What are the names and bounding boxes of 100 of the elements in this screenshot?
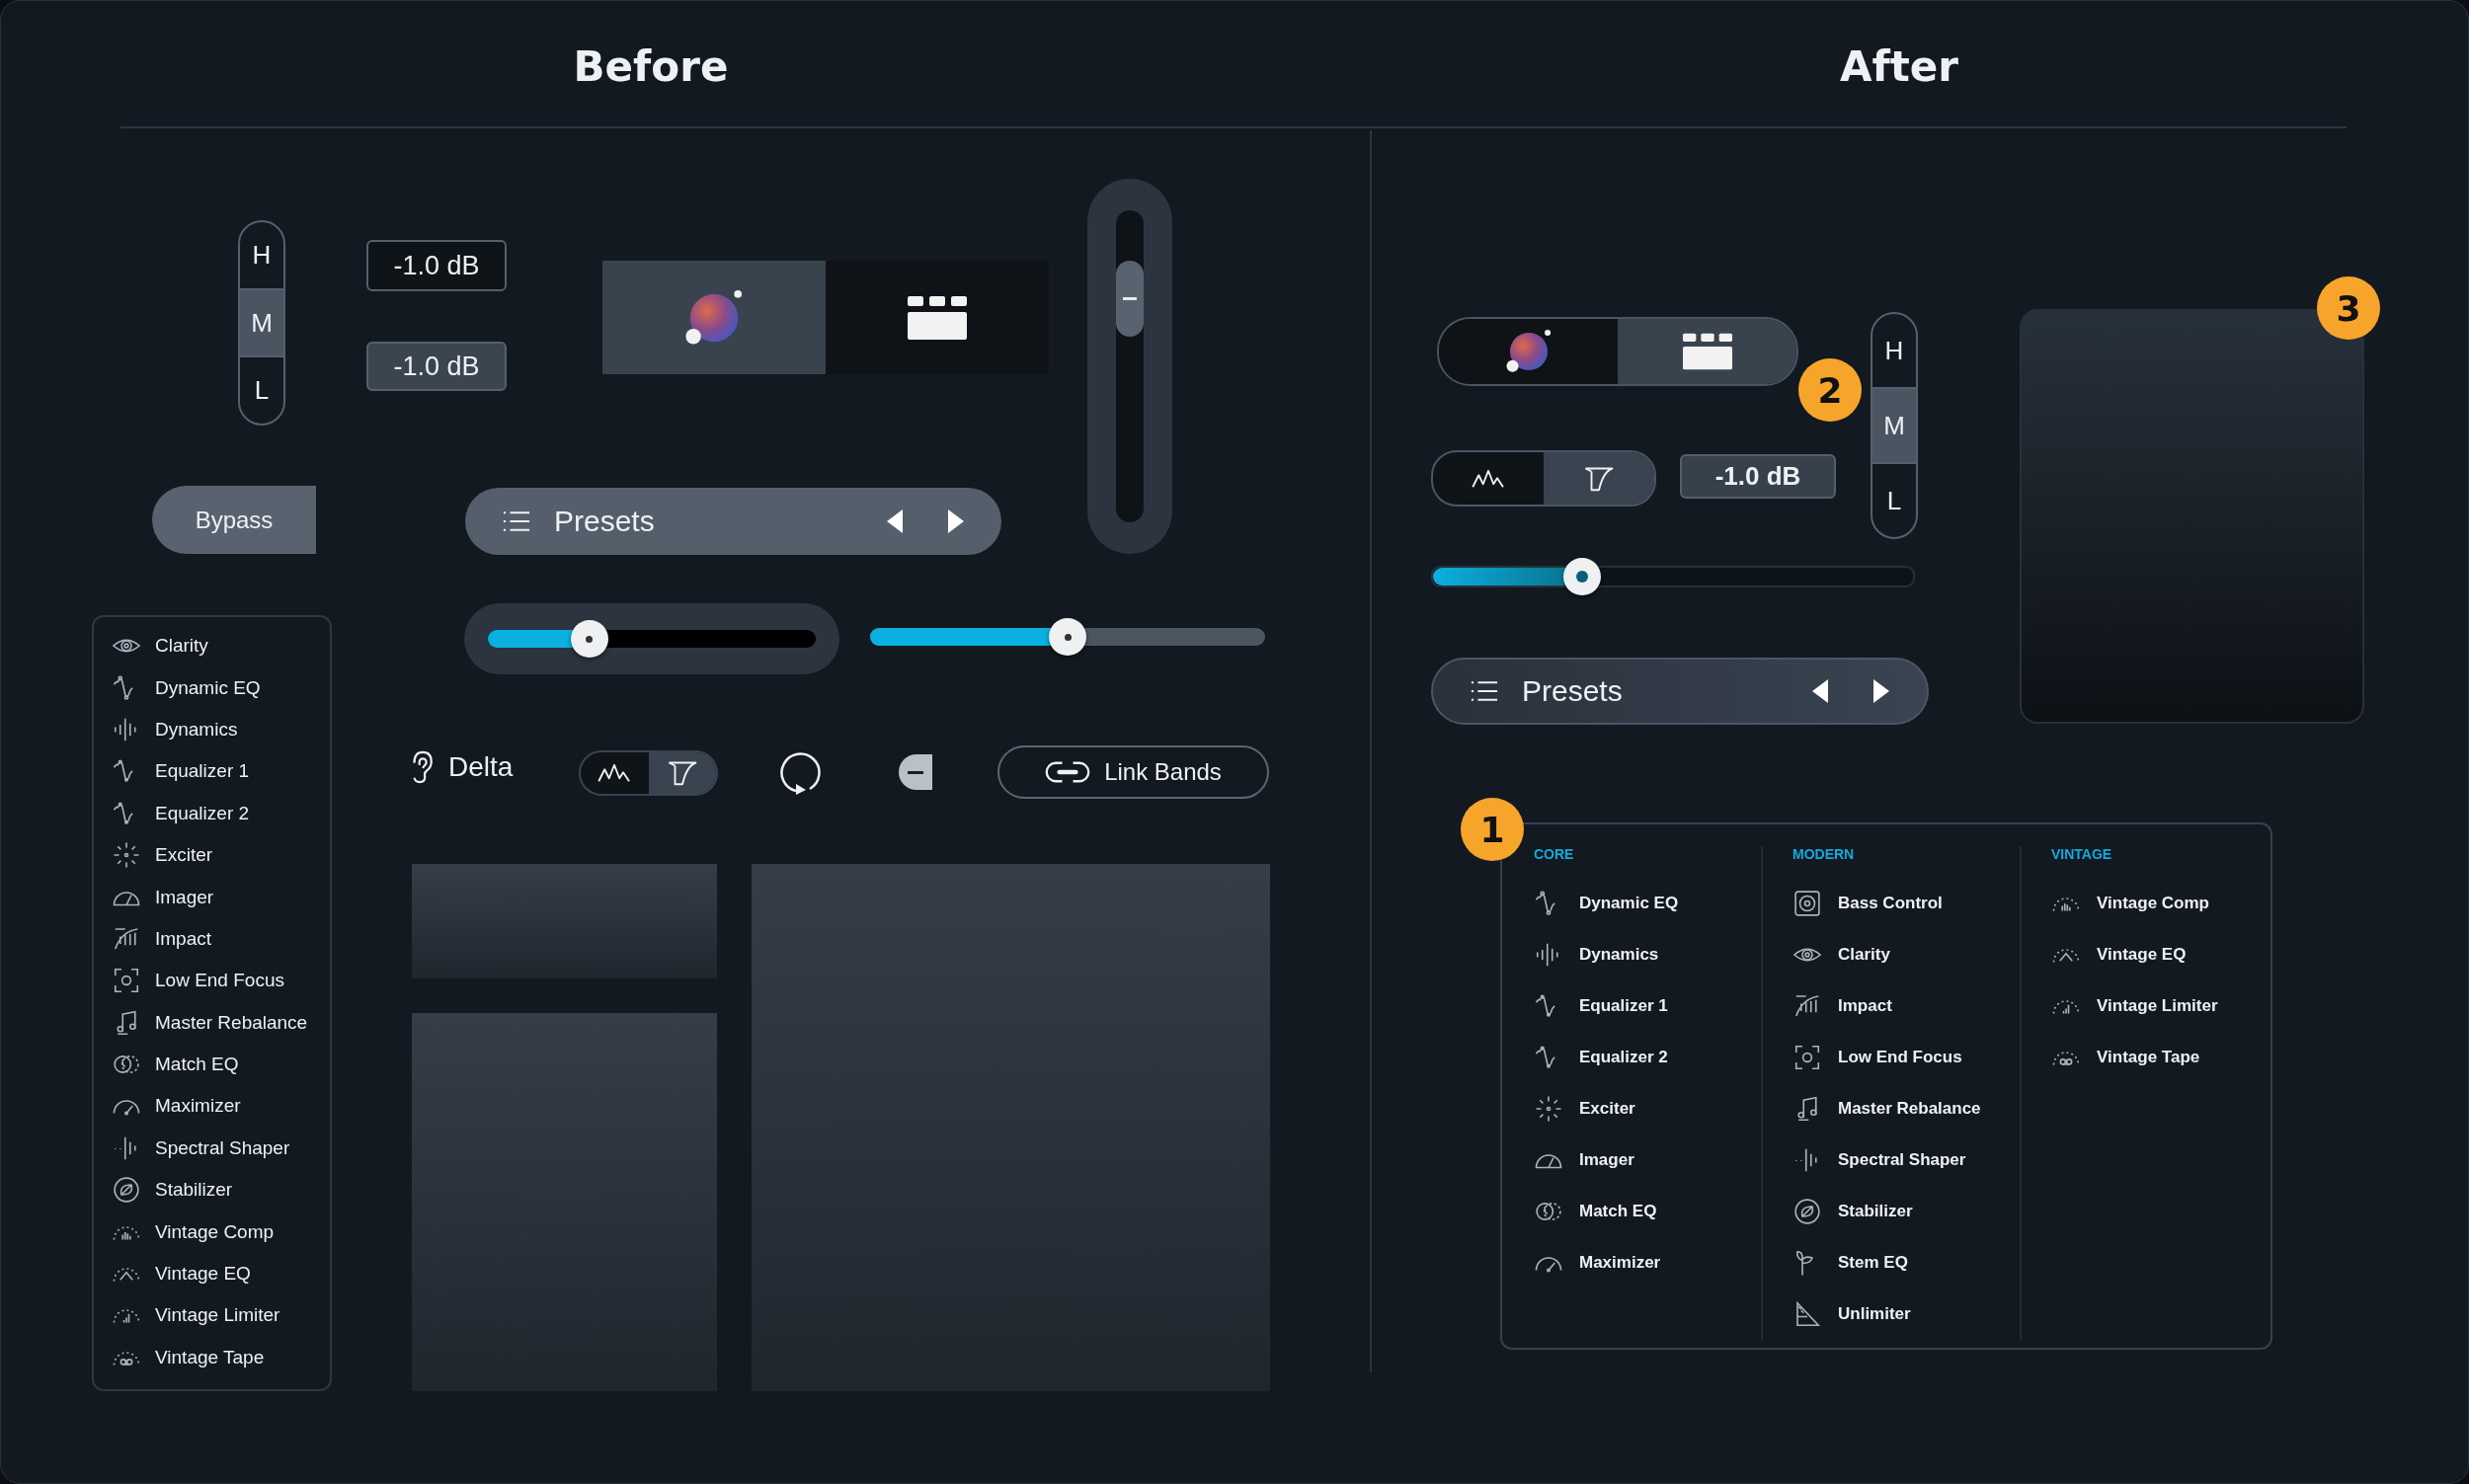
module-label: Equalizer 1 (1579, 996, 1668, 1016)
module-item[interactable]: Spectral Shaper (1792, 1134, 2020, 1186)
delta-button[interactable]: Delta (409, 749, 514, 785)
module-label: Unlimiter (1838, 1304, 1911, 1324)
slider[interactable] (870, 618, 1265, 656)
bypass-button[interactable]: Bypass (152, 486, 316, 554)
module-item[interactable]: Master Rebalance (1792, 1083, 2020, 1134)
module-label: Clarity (155, 635, 208, 658)
module-item[interactable]: Vintage Comp (2051, 878, 2270, 929)
module-item[interactable]: Clarity (112, 625, 330, 667)
module-label: Imager (1579, 1150, 1634, 1170)
module-label: Exciter (155, 844, 213, 867)
module-item[interactable]: Dynamics (1534, 929, 1761, 980)
category-heading: VINTAGE (2051, 846, 2113, 864)
module-label: Imager (155, 886, 214, 908)
module-label: Maximizer (1579, 1253, 1661, 1273)
module-item[interactable]: Stabilizer (112, 1169, 330, 1211)
slider-thumb[interactable] (1562, 558, 1601, 595)
module-label: Maximizer (155, 1095, 241, 1118)
module-label: Equalizer 1 (155, 760, 250, 783)
module-item[interactable]: Master Rebalance (112, 1001, 330, 1044)
step-badge: 3 (2317, 276, 2380, 340)
module-item[interactable]: Match EQ (112, 1043, 330, 1086)
minus-button[interactable] (899, 754, 932, 790)
module-item[interactable]: Unlimiter (1792, 1289, 2020, 1340)
module-label: Dynamic EQ (155, 676, 261, 699)
presets-label: Presets (554, 505, 656, 538)
module-item[interactable]: Low End Focus (112, 960, 330, 1002)
mode-option[interactable] (826, 261, 1049, 374)
module-item[interactable]: Spectral Shaper (112, 1127, 330, 1170)
module-item[interactable]: Exciter (1534, 1083, 1761, 1134)
module-label: Equalizer 2 (1579, 1048, 1668, 1067)
module-item[interactable]: Vintage Comp (112, 1211, 330, 1253)
band-option[interactable]: H (240, 222, 283, 288)
module-label: Vintage Tape (155, 1346, 265, 1368)
leaf-icon (112, 1175, 141, 1206)
module-label: Equalizer 2 (155, 802, 250, 824)
module-item[interactable]: Stabilizer (1792, 1186, 2020, 1237)
module-item[interactable]: Maximizer (112, 1085, 330, 1128)
module-item[interactable]: Vintage EQ (2051, 929, 2270, 980)
gain-field[interactable]: -1.0 dB (1680, 454, 1836, 499)
focus-icon (1792, 1043, 1822, 1072)
band-option[interactable]: M (1872, 387, 1916, 462)
module-item[interactable]: Low End Focus (1792, 1032, 2020, 1083)
module-item[interactable]: Bass Control (1792, 878, 2020, 929)
module-label: Vintage Comp (155, 1220, 275, 1243)
module-label: Stem EQ (1838, 1253, 1908, 1273)
module-item[interactable]: Dynamic EQ (112, 666, 330, 709)
module-label: Impact (155, 927, 212, 950)
module-item[interactable]: Match EQ (1534, 1186, 1761, 1237)
band-option[interactable]: H (1872, 314, 1916, 387)
module-item[interactable]: Stem EQ (1792, 1237, 2020, 1289)
module-item[interactable]: Vintage Tape (2051, 1032, 2270, 1083)
module-item[interactable]: Dynamic EQ (1534, 878, 1761, 929)
module-item[interactable]: Clarity (1792, 929, 2020, 980)
module-item[interactable]: Imager (1534, 1134, 1761, 1186)
module-item[interactable]: Vintage Tape (112, 1336, 330, 1379)
step-badge: 2 (1798, 358, 1862, 422)
gain-field[interactable]: -1.0 dB (366, 240, 507, 291)
module-item[interactable]: Equalizer 2 (1534, 1032, 1761, 1083)
slider-thumb[interactable] (1049, 618, 1086, 656)
module-item[interactable]: Equalizer 1 (112, 750, 330, 793)
previous-button[interactable] (1810, 677, 1830, 705)
module-item[interactable]: Impact (1792, 980, 2020, 1032)
module-label: Low End Focus (1838, 1048, 1962, 1067)
view-option[interactable] (1544, 452, 1654, 505)
next-button[interactable] (1872, 677, 1891, 705)
blocks-icon (1680, 332, 1734, 371)
module-item[interactable]: Equalizer 1 (1534, 980, 1761, 1032)
next-button[interactable] (946, 508, 966, 535)
mode-option[interactable] (1618, 319, 1796, 384)
module-label: Match EQ (155, 1054, 239, 1076)
module-item[interactable]: Vintage EQ (112, 1252, 330, 1295)
list-icon (501, 509, 532, 533)
band-option[interactable]: L (1872, 462, 1916, 537)
previous-button[interactable] (885, 508, 905, 535)
band-option[interactable]: L (240, 355, 283, 424)
module-label: Dynamic EQ (1579, 894, 1679, 913)
module-item[interactable]: Impact (112, 917, 330, 961)
link-bands-button[interactable]: Link Bands (997, 745, 1269, 799)
module-label: Vintage Limiter (2097, 996, 2218, 1016)
slider-thumb[interactable] (570, 620, 608, 658)
module-label: Stabilizer (1838, 1202, 1913, 1221)
module-item[interactable]: Imager (112, 876, 330, 918)
module-item[interactable]: Dynamics (112, 708, 330, 751)
band-option[interactable]: M (240, 287, 283, 356)
gain-field[interactable]: -1.0 dB (366, 342, 507, 391)
module-item[interactable]: Vintage Limiter (112, 1294, 330, 1337)
module-item[interactable]: Vintage Limiter (2051, 980, 2270, 1032)
view-option[interactable] (648, 752, 716, 794)
category-heading: CORE (1534, 846, 1575, 864)
module-item[interactable]: Equalizer 2 (112, 792, 330, 834)
slider[interactable] (1431, 558, 1915, 595)
presets-bar[interactable]: Presets (1431, 658, 1929, 725)
presets-bar[interactable]: Presets (465, 488, 1001, 555)
module-label: Dynamics (155, 718, 238, 741)
module-item[interactable]: Exciter (112, 833, 330, 877)
module-label: Vintage EQ (155, 1263, 251, 1286)
module-label: Exciter (1579, 1099, 1635, 1119)
module-item[interactable]: Maximizer (1534, 1237, 1761, 1289)
